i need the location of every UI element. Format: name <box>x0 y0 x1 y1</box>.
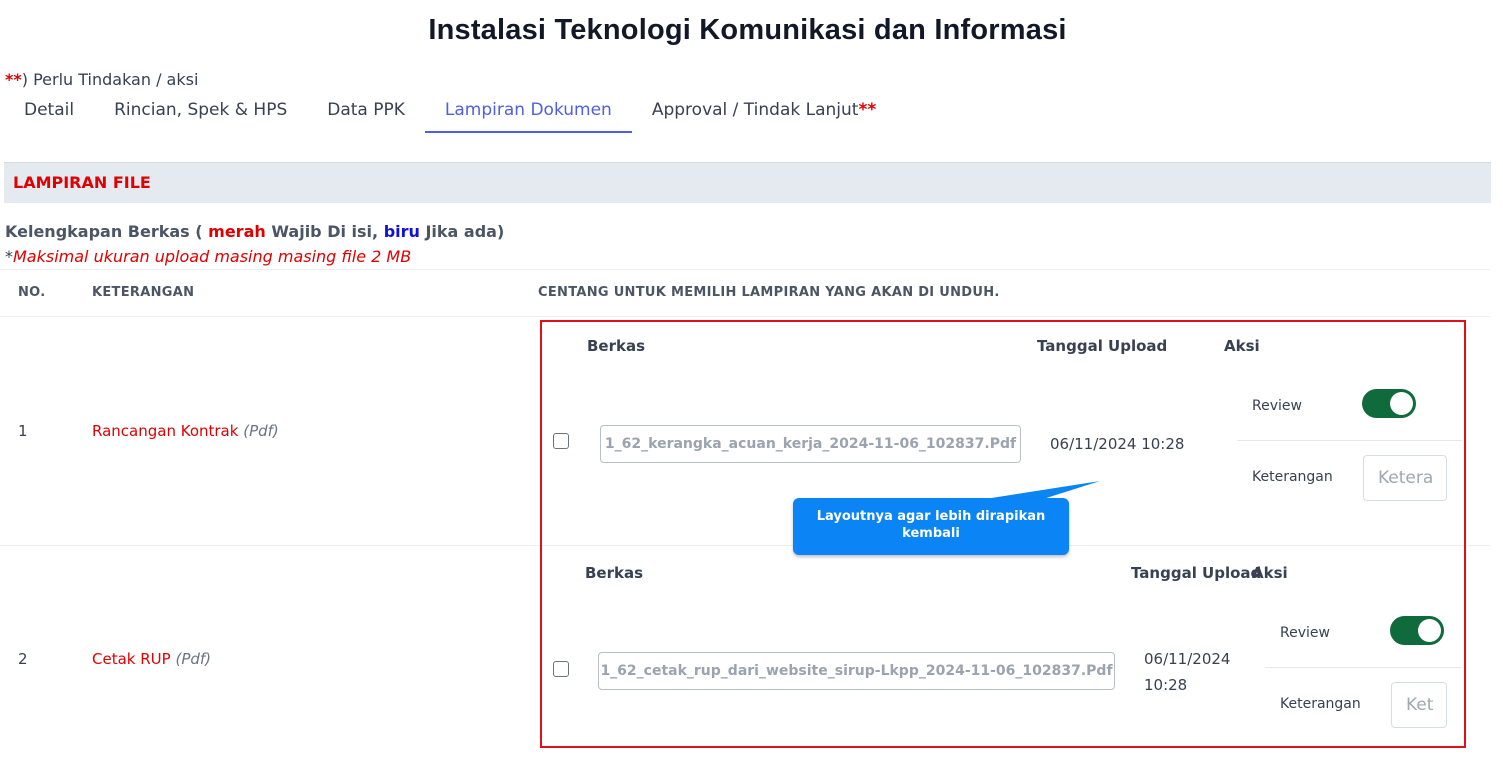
header-no: NO. <box>18 285 46 300</box>
row-number: 2 <box>18 650 28 668</box>
section-title: LAMPIRAN FILE <box>13 173 151 192</box>
header-centang: CENTANG UNTUK MEMILIH LAMPIRAN YANG AKAN… <box>538 285 1000 300</box>
tab-rincian-spek-hps[interactable]: Rincian, Spek & HPS <box>94 96 307 133</box>
annotation-callout: Layoutnya agar lebih dirapikan kembali <box>793 498 1069 555</box>
row-description-label: Rancangan Kontrak <box>92 422 239 440</box>
table-top-border <box>0 269 1490 270</box>
kelengkapan-legend: Kelengkapan Berkas ( merah Wajib Di isi,… <box>5 222 504 241</box>
tab-bar: Detail Rincian, Spek & HPS Data PPK Lamp… <box>4 96 896 134</box>
row-description-label: Cetak RUP <box>92 650 171 668</box>
legend-prefix: Kelengkapan Berkas ( <box>5 222 209 241</box>
page-title: Instalasi Teknologi Komunikasi dan Infor… <box>428 14 1067 46</box>
legend-blue-word: biru <box>383 222 420 241</box>
row-format: (Pdf) <box>243 422 279 440</box>
row-description: Rancangan Kontrak (Pdf) <box>92 422 279 440</box>
action-note: **) Perlu Tindakan / aksi <box>5 70 198 89</box>
tab-lampiran-dokumen[interactable]: Lampiran Dokumen <box>424 96 632 133</box>
tab-detail[interactable]: Detail <box>4 96 94 133</box>
tab-data-ppk[interactable]: Data PPK <box>307 96 425 133</box>
row-number: 1 <box>18 422 28 440</box>
legend-red-word: merah <box>208 222 266 241</box>
tab-approval-label: Approval / Tindak Lanjut <box>651 100 859 120</box>
tab-approval-stars: ** <box>858 100 877 120</box>
tab-approval-tindak-lanjut[interactable]: Approval / Tindak Lanjut** <box>632 96 896 133</box>
row-format: (Pdf) <box>175 650 212 668</box>
max-note-asterisk: * <box>5 247 13 266</box>
section-header: LAMPIRAN FILE <box>4 162 1491 203</box>
required-stars: ** <box>5 70 22 89</box>
action-note-text: ) Perlu Tindakan / aksi <box>21 70 199 89</box>
header-row-border <box>0 316 1490 317</box>
legend-mid: Wajib Di isi, <box>265 222 384 241</box>
header-keterangan: KETERANGAN <box>92 285 195 300</box>
legend-suffix: Jika ada) <box>419 222 505 241</box>
row-description: Cetak RUP (Pdf) <box>92 650 211 668</box>
max-size-note: *Maksimal ukuran upload masing masing fi… <box>5 247 411 266</box>
max-note-text: Maksimal ukuran upload masing masing fil… <box>13 247 412 266</box>
